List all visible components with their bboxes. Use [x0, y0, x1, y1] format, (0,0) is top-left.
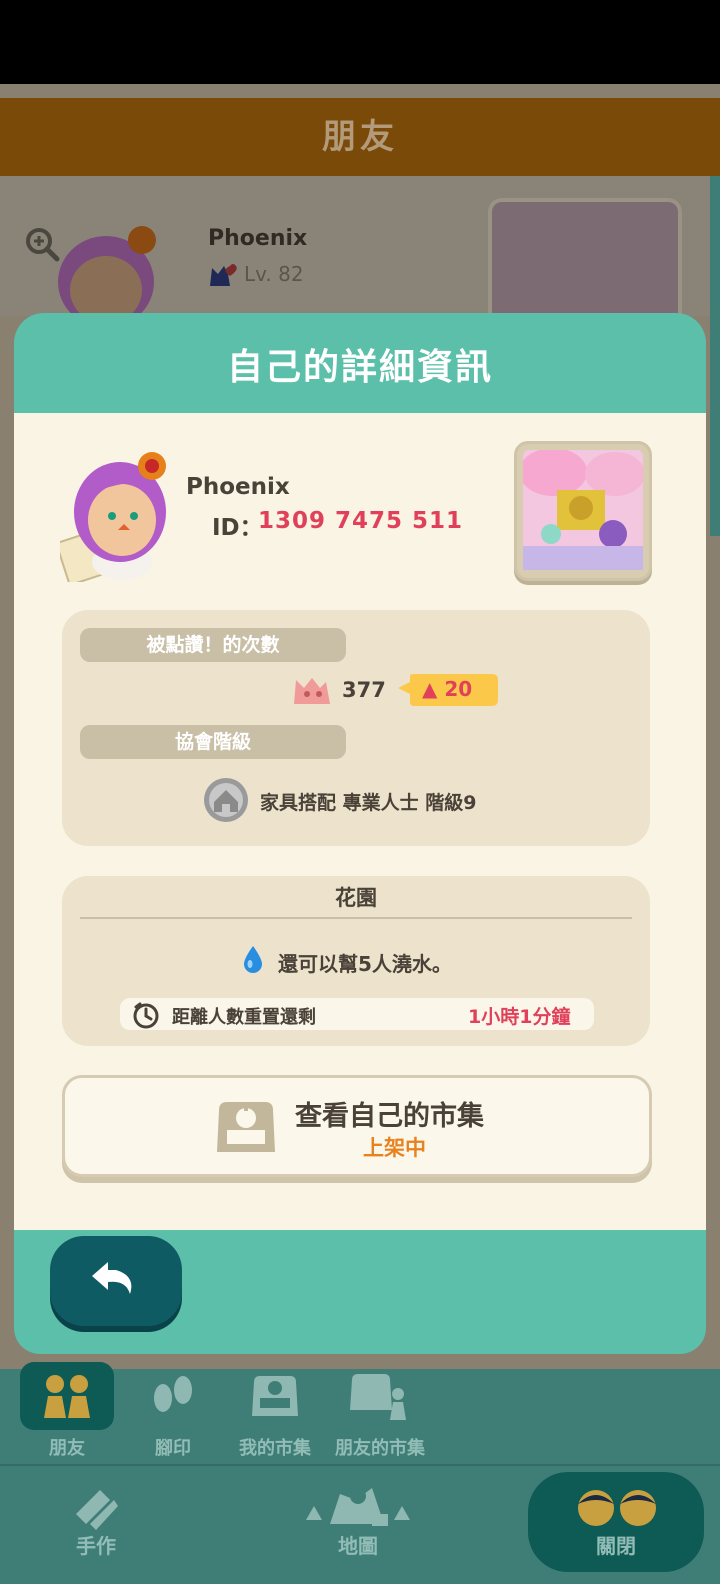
garden-thumbnail[interactable] — [514, 441, 652, 581]
map-icon — [296, 1480, 420, 1534]
garden-divider — [80, 917, 632, 919]
friend-avatar — [56, 222, 160, 328]
player-name: Phoenix — [186, 474, 290, 500]
friend-name: Phoenix — [208, 226, 308, 251]
nav-map-label: 地圖 — [338, 1534, 378, 1558]
kudos-increase-value: ▲ 20 — [422, 677, 473, 701]
nav-crafting-label: 手作 — [76, 1534, 116, 1558]
cat-icon — [208, 262, 240, 288]
reset-timer-label: 距離人數重置還剩 — [172, 1007, 316, 1028]
water-drop-icon — [242, 944, 264, 974]
friends-market-icon — [350, 1370, 414, 1422]
nav-my-market-label: 我的市集 — [239, 1438, 311, 1459]
player-id-label: ID： — [212, 515, 263, 541]
friend-card[interactable]: Phoenix Lv. 82 — [0, 176, 710, 336]
friends-screen-title: 朋友 — [0, 98, 720, 176]
footprints-icon — [148, 1372, 198, 1420]
nav-my-market[interactable]: 我的市集 — [228, 1362, 322, 1459]
player-avatar — [56, 450, 180, 586]
friend-level: Lv. 82 — [244, 262, 304, 286]
nav-friends-market-label: 朋友的市集 — [335, 1438, 425, 1459]
nav-close-label: 關閉 — [596, 1534, 636, 1558]
reset-timer-value: 1小時1分鐘 — [468, 1006, 571, 1028]
market-button-label: 查看自己的市集 — [295, 1101, 484, 1132]
nav-footprints[interactable]: 腳印 — [126, 1362, 220, 1459]
nav-friends[interactable]: 朋友 — [20, 1362, 114, 1459]
market-status: 上架中 — [363, 1136, 426, 1160]
nav-crafting[interactable]: 手作 — [48, 1476, 144, 1576]
my-market-icon — [250, 1372, 300, 1420]
player-id-value: 1309 7475 511 — [258, 508, 464, 534]
friends-icon — [40, 1372, 94, 1420]
kudos-cat-icon — [290, 674, 334, 708]
close-friends-icon — [572, 1486, 662, 1528]
nav-close-button[interactable]: 關閉 — [528, 1472, 704, 1572]
rank-badge-icon — [202, 776, 250, 824]
nav-friends-label: 朋友 — [49, 1438, 85, 1459]
status-bar — [0, 0, 720, 84]
back-button[interactable] — [50, 1236, 182, 1326]
bottom-nav-divider — [0, 1464, 720, 1466]
rank-value: 家具搭配 專業人士 階級9 — [260, 792, 477, 814]
crafting-icon — [70, 1484, 122, 1534]
view-my-market-button[interactable]: 查看自己的市集 上架中 — [62, 1075, 652, 1177]
background-scrollbar — [710, 176, 720, 536]
kudos-count: 377 — [342, 678, 386, 702]
rank-label: 協會階級 — [80, 725, 346, 759]
nav-map[interactable]: 地圖 — [290, 1476, 426, 1576]
kudos-label: 被點讚！的次數 — [80, 628, 346, 662]
back-arrow-icon — [86, 1252, 146, 1308]
market-icon — [213, 1096, 279, 1158]
water-remaining-text: 還可以幫5人澆水。 — [278, 952, 452, 976]
garden-title: 花園 — [335, 886, 377, 910]
nav-footprints-label: 腳印 — [155, 1438, 191, 1459]
nav-friends-market[interactable]: 朋友的市集 — [330, 1362, 430, 1459]
modal-title: 自己的詳細資訊 — [14, 313, 706, 413]
timer-icon — [132, 1001, 160, 1029]
kudos-increase-badge: ▲ 20 — [398, 674, 498, 706]
zoom-icon[interactable] — [24, 226, 60, 262]
